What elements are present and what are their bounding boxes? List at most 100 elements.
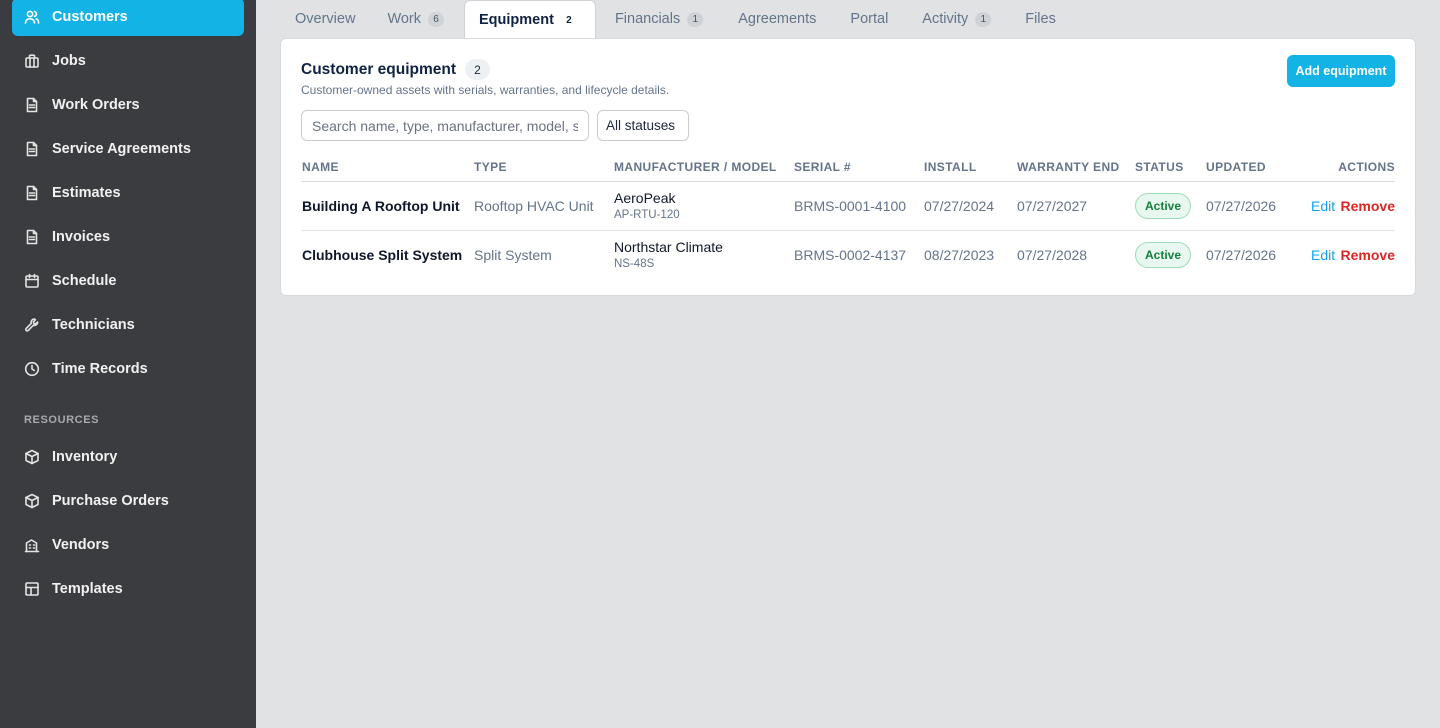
equipment-manufacturer: AeroPeak xyxy=(614,190,676,206)
wrench-icon xyxy=(24,317,40,333)
equipment-warranty-end: 07/27/2027 xyxy=(1017,198,1088,214)
status-badge: Active xyxy=(1135,193,1191,219)
table-header-divider xyxy=(301,181,1395,182)
equipment-card: Customer equipment 2 Customer-owned asse… xyxy=(280,38,1416,296)
equipment-updated: 07/27/2026 xyxy=(1206,198,1277,214)
clock-icon xyxy=(24,361,40,377)
row-divider xyxy=(301,230,1395,231)
tab-agreements[interactable]: Agreements xyxy=(719,0,833,38)
tab-label: Work xyxy=(387,11,422,27)
tab-label: Files xyxy=(1025,11,1056,27)
tab-label: Activity xyxy=(922,11,969,27)
sidebar-item-label: Service Agreements xyxy=(52,141,191,157)
tab-count-badge: 2 xyxy=(560,12,577,28)
status-filter-select[interactable]: All statuses ⌵ xyxy=(597,110,689,141)
equipment-serial: BRMS-0001-4100 xyxy=(794,198,907,214)
tab-label: Financials xyxy=(614,11,681,27)
sidebar-item-time-records[interactable]: Time Records xyxy=(12,350,244,388)
sidebar-item-inventory[interactable]: Inventory xyxy=(12,438,244,476)
search-input[interactable] xyxy=(301,110,589,141)
tab-overview[interactable]: Overview xyxy=(280,0,370,38)
column-header-status[interactable]: STATUS xyxy=(1135,160,1184,174)
column-header-warranty[interactable]: WARRANTY END xyxy=(1017,160,1120,174)
tab-label: Overview xyxy=(295,11,356,27)
equipment-install-date: 08/27/2023 xyxy=(924,247,995,263)
tab-portal[interactable]: Portal xyxy=(833,0,905,38)
edit-button[interactable]: Edit xyxy=(1311,247,1335,263)
column-header-name[interactable]: NAME xyxy=(302,160,339,174)
sidebar-item-customers[interactable]: Customers xyxy=(12,0,244,36)
tab-files[interactable]: Files xyxy=(1008,0,1073,38)
sidebar-item-purchase-orders[interactable]: Purchase Orders xyxy=(12,482,244,520)
card-title: Customer equipment xyxy=(301,60,457,78)
equipment-manufacturer: Northstar Climate xyxy=(614,239,723,255)
remove-button[interactable]: Remove xyxy=(1341,247,1395,263)
sidebar-item-work-orders[interactable]: Work Orders xyxy=(12,86,244,124)
sidebar-item-label: Purchase Orders xyxy=(52,493,169,509)
users-icon xyxy=(24,9,40,25)
document-icon xyxy=(24,229,40,245)
column-header-serial[interactable]: SERIAL # xyxy=(794,160,851,174)
edit-button[interactable]: Edit xyxy=(1311,198,1335,214)
column-header-manufacturer[interactable]: MANUFACTURER / MODEL xyxy=(614,160,777,174)
sidebar-item-jobs[interactable]: Jobs xyxy=(12,42,244,80)
sidebar-item-label: Inventory xyxy=(52,449,118,465)
sidebar-item-estimates[interactable]: Estimates xyxy=(12,174,244,212)
equipment-type: Split System xyxy=(474,247,552,263)
sidebar-item-label: Templates xyxy=(52,581,123,597)
remove-button[interactable]: Remove xyxy=(1341,198,1395,214)
sidebar-item-vendors[interactable]: Vendors xyxy=(12,526,244,564)
resources-section-label: RESOURCES xyxy=(24,414,100,426)
box-icon xyxy=(24,493,40,509)
document-icon xyxy=(24,141,40,157)
tab-work[interactable]: Work 6 xyxy=(370,0,464,38)
tab-count-badge: 1 xyxy=(975,11,992,27)
tab-count-badge: 6 xyxy=(428,11,445,27)
sidebar-item-schedule[interactable]: Schedule xyxy=(12,262,244,300)
equipment-serial: BRMS-0002-4137 xyxy=(794,247,907,263)
chevron-down-icon: ⌵ xyxy=(665,121,672,131)
tab-label: Portal xyxy=(850,11,889,27)
tab-count-badge: 1 xyxy=(687,11,704,27)
sidebar-item-service-agreements[interactable]: Service Agreements xyxy=(12,130,244,168)
calendar-icon xyxy=(24,273,40,289)
briefcase-icon xyxy=(24,53,40,69)
template-icon xyxy=(24,581,40,597)
column-header-actions: ACTIONS xyxy=(1338,160,1395,174)
sidebar-item-label: Work Orders xyxy=(52,97,140,113)
status-badge: Active xyxy=(1135,242,1191,268)
sidebar-item-label: Vendors xyxy=(52,537,110,553)
column-header-type[interactable]: TYPE xyxy=(474,160,507,174)
equipment-type: Rooftop HVAC Unit xyxy=(474,198,594,214)
sidebar-item-label: Customers xyxy=(52,9,128,25)
building-icon xyxy=(24,537,40,553)
equipment-name: Building A Rooftop Unit xyxy=(302,198,460,214)
tab-label: Equipment xyxy=(479,12,554,28)
sidebar-item-label: Invoices xyxy=(52,229,111,245)
sidebar-item-label: Schedule xyxy=(52,273,117,289)
card-subtitle: Customer-owned assets with serials, warr… xyxy=(301,83,670,97)
column-header-updated[interactable]: UPDATED xyxy=(1206,160,1266,174)
tab-activity[interactable]: Activity 1 xyxy=(905,0,1008,38)
sidebar-item-label: Estimates xyxy=(52,185,121,201)
equipment-updated: 07/27/2026 xyxy=(1206,247,1277,263)
box-icon xyxy=(24,449,40,465)
column-header-install[interactable]: INSTALL xyxy=(924,160,977,174)
sidebar-item-invoices[interactable]: Invoices xyxy=(12,218,244,256)
tab-label: Agreements xyxy=(738,11,817,27)
card-title-row: Customer equipment 2 xyxy=(301,59,491,80)
equipment-model: AP-RTU-120 xyxy=(614,209,680,221)
sidebar-item-label: Technicians xyxy=(52,317,135,333)
sidebar-item-technicians[interactable]: Technicians xyxy=(12,306,244,344)
equipment-model: NS-48S xyxy=(614,258,655,270)
equipment-name: Clubhouse Split System xyxy=(302,247,463,263)
document-icon xyxy=(24,97,40,113)
sidebar-item-templates[interactable]: Templates xyxy=(12,570,244,608)
tab-equipment[interactable]: Equipment 2 xyxy=(464,0,596,39)
equipment-count-badge: 2 xyxy=(465,59,491,80)
add-equipment-button[interactable]: Add equipment xyxy=(1287,55,1395,87)
tab-financials[interactable]: Financials 1 xyxy=(596,0,719,38)
sidebar-item-label: Jobs xyxy=(52,53,86,69)
document-icon xyxy=(24,185,40,201)
customer-tabs: Overview Work 6 Equipment 2 Financials 1… xyxy=(280,0,1073,39)
